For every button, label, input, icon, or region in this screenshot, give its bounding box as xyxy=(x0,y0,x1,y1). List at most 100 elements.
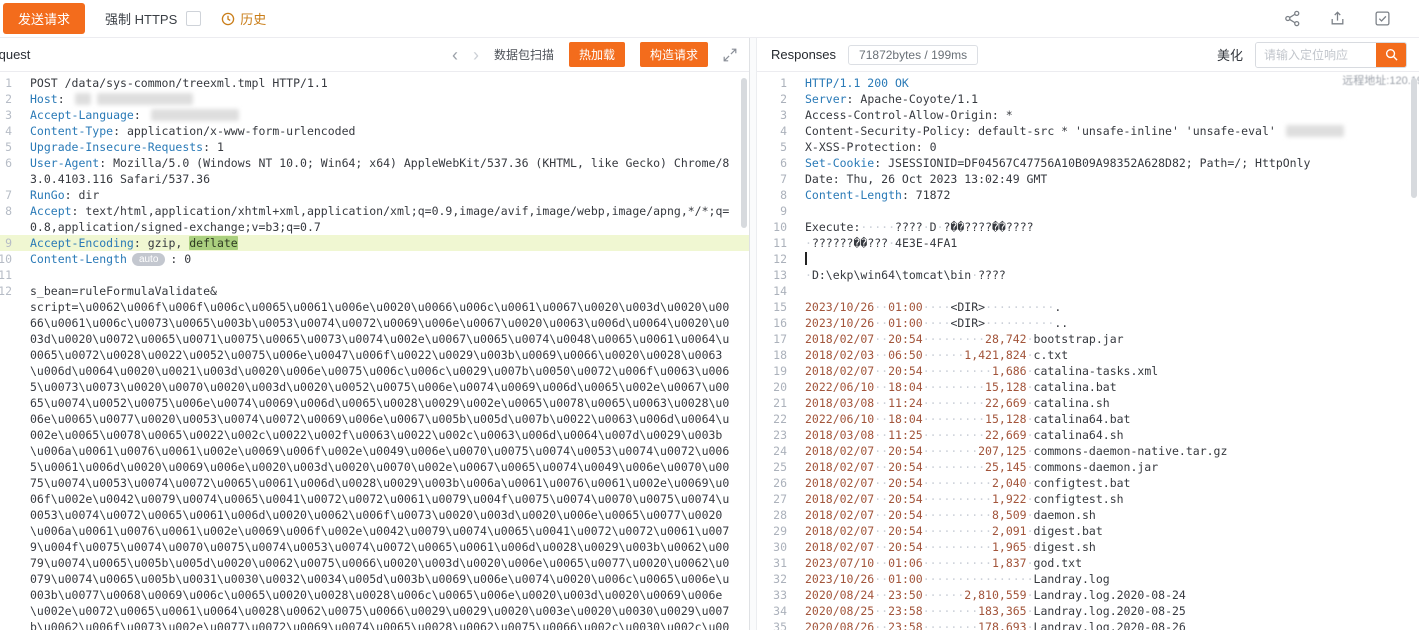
panel-resize-divider[interactable] xyxy=(750,38,757,630)
line-content: Content-Length: 71872 xyxy=(787,187,950,203)
line-content: Content-Security-Policy: default-src * '… xyxy=(787,123,1347,139)
code-line[interactable]: 3Accept-Language: xyxy=(0,107,749,123)
code-line[interactable]: 7Date: Thu, 26 Oct 2023 13:02:49 GMT xyxy=(757,171,1419,187)
build-request-button[interactable]: 构造请求 xyxy=(640,42,708,67)
line-content: 2018/02/07··20:54········207,125·commons… xyxy=(787,443,1227,459)
code-line[interactable]: 202022/06/10··18:04·········15,128·catal… xyxy=(757,379,1419,395)
remote-address-label: 远程地址:120.19 xyxy=(1342,73,1419,89)
code-line[interactable]: 322023/10/26··01:00················Landr… xyxy=(757,571,1419,587)
line-content: 2018/02/07··20:54··········8,509·daemon.… xyxy=(787,507,1096,523)
code-line[interactable]: 11 xyxy=(0,267,749,283)
code-line[interactable]: 10Content-Lengthauto: 0 xyxy=(0,251,749,267)
tab-responses[interactable]: Responses xyxy=(771,47,836,62)
line-number: 12 xyxy=(0,283,12,299)
share-icon[interactable] xyxy=(1284,10,1301,27)
line-number: 29 xyxy=(757,523,787,539)
code-line[interactable]: 2Server: Apache-Coyote/1.1 xyxy=(757,91,1419,107)
line-content: Server: Apache-Coyote/1.1 xyxy=(787,91,978,107)
code-line[interactable]: 4Content-Security-Policy: default-src * … xyxy=(757,123,1419,139)
code-line[interactable]: 9Accept-Encoding: gzip, deflate xyxy=(0,235,749,251)
code-line[interactable]: 312023/07/10··01:06··········1,837·god.t… xyxy=(757,555,1419,571)
code-line[interactable]: 162023/10/26··01:00····<DIR>··········.. xyxy=(757,315,1419,331)
code-line[interactable]: 352020/08/26··23:58········178,693·Landr… xyxy=(757,619,1419,630)
code-line[interactable]: 8Content-Length: 71872 xyxy=(757,187,1419,203)
force-https-control: 强制 HTTPS xyxy=(105,9,201,28)
code-line[interactable]: 172018/02/07··20:54·········28,742·boots… xyxy=(757,331,1419,347)
code-line[interactable]: 3Access-Control-Allow-Origin: * xyxy=(757,107,1419,123)
code-line[interactable]: 342020/08/25··23:58········183,365·Landr… xyxy=(757,603,1419,619)
line-content: ·D:\ekp\win64\tomcat\bin·???? xyxy=(787,267,1006,283)
response-viewer[interactable]: 远程地址:120.19 1HTTP/1.1 200 OK2Server: Apa… xyxy=(757,72,1419,630)
request-editor[interactable]: 1POST /data/sys-common/treexml.tmpl HTTP… xyxy=(0,72,749,630)
code-line[interactable]: 282018/02/07··20:54··········8,509·daemo… xyxy=(757,507,1419,523)
code-line[interactable]: 7RunGo: dir xyxy=(0,187,749,203)
request-scrollbar-thumb[interactable] xyxy=(741,78,747,228)
line-number: 3 xyxy=(0,107,12,123)
packet-scan-button[interactable]: 数据包扫描 xyxy=(494,46,554,63)
line-content: 2018/03/08··11:24·········22,669·catalin… xyxy=(787,395,1110,411)
redacted-text xyxy=(1286,125,1344,137)
line-number: 34 xyxy=(757,603,787,619)
code-line[interactable]: 1HTTP/1.1 200 OK xyxy=(757,75,1419,91)
line-content: 2018/02/07··20:54··········1,965·digest.… xyxy=(787,539,1096,555)
code-line[interactable]: 332020/08/24··23:50······2,810,559·Landr… xyxy=(757,587,1419,603)
code-line[interactable]: 5Upgrade-Insecure-Requests: 1 xyxy=(0,139,749,155)
code-line[interactable]: 292018/02/07··20:54··········2,091·diges… xyxy=(757,523,1419,539)
code-line[interactable]: 252018/02/07··20:54·········25,145·commo… xyxy=(757,459,1419,475)
send-request-button[interactable]: 发送请求 xyxy=(3,3,85,34)
report-check-icon[interactable] xyxy=(1374,10,1391,27)
line-number: 4 xyxy=(757,123,787,139)
hot-reload-button[interactable]: 热加载 xyxy=(569,42,625,67)
line-number: 32 xyxy=(757,571,787,587)
code-line[interactable]: 242018/02/07··20:54········207,125·commo… xyxy=(757,443,1419,459)
code-line[interactable]: 9 xyxy=(757,203,1419,219)
response-stats-badge: 71872bytes / 199ms xyxy=(848,45,978,65)
line-content: Upgrade-Insecure-Requests: 1 xyxy=(12,139,749,155)
code-line[interactable]: 6Set-Cookie: JSESSIONID=DF04567C47756A10… xyxy=(757,155,1419,171)
line-content: ·??????��???·4E3E-4FA1 xyxy=(787,235,957,251)
code-line[interactable]: 12s_bean=ruleFormulaValidate&script=\u00… xyxy=(0,283,749,630)
chevron-right-icon[interactable]: › xyxy=(473,46,479,64)
search-button[interactable] xyxy=(1376,43,1406,67)
line-content: Accept-Encoding: gzip, deflate xyxy=(12,235,749,251)
export-icon[interactable] xyxy=(1329,10,1346,27)
code-line[interactable]: 4Content-Type: application/x-www-form-ur… xyxy=(0,123,749,139)
force-https-checkbox[interactable] xyxy=(186,11,201,26)
line-content: Set-Cookie: JSESSIONID=DF04567C47756A10B… xyxy=(787,155,1310,171)
beautify-button[interactable]: 美化 xyxy=(1217,45,1243,64)
line-number: 11 xyxy=(0,267,12,283)
search-icon xyxy=(1385,48,1398,61)
line-content: 2022/06/10··18:04·········15,128·catalin… xyxy=(787,379,1117,395)
code-line[interactable]: 13·D:\ekp\win64\tomcat\bin·???? xyxy=(757,267,1419,283)
code-line[interactable]: 1POST /data/sys-common/treexml.tmpl HTTP… xyxy=(0,75,749,91)
top-toolbar: 发送请求 强制 HTTPS 历史 xyxy=(0,0,1419,38)
code-line[interactable]: 262018/02/07··20:54··········2,040·confi… xyxy=(757,475,1419,491)
line-content: Accept: text/html,application/xhtml+xml,… xyxy=(12,203,749,235)
code-line[interactable]: 222022/06/10··18:04·········15,128·catal… xyxy=(757,411,1419,427)
line-number: 33 xyxy=(757,587,787,603)
code-line[interactable]: 182018/02/03··06:50······1,421,824·c.txt xyxy=(757,347,1419,363)
code-line[interactable]: 8Accept: text/html,application/xhtml+xml… xyxy=(0,203,749,235)
line-number: 27 xyxy=(757,491,787,507)
line-number: 5 xyxy=(757,139,787,155)
code-line[interactable]: 10Execute:·····????·D·?��????��???? xyxy=(757,219,1419,235)
chevron-left-icon[interactable]: ‹ xyxy=(452,46,458,64)
history-button[interactable]: 历史 xyxy=(221,9,266,28)
code-line[interactable]: 5X-XSS-Protection: 0 xyxy=(757,139,1419,155)
expand-panel-button[interactable] xyxy=(723,48,737,62)
code-line[interactable]: 6User-Agent: Mozilla/5.0 (Windows NT 10.… xyxy=(0,155,749,187)
code-line[interactable]: 302018/02/07··20:54··········1,965·diges… xyxy=(757,539,1419,555)
line-content: 2018/02/03··06:50······1,421,824·c.txt xyxy=(787,347,1068,363)
code-line[interactable]: 212018/03/08··11:24·········22,669·catal… xyxy=(757,395,1419,411)
code-line[interactable]: 152023/10/26··01:00····<DIR>··········. xyxy=(757,299,1419,315)
response-search-input[interactable] xyxy=(1256,43,1376,67)
code-line[interactable]: 2Host: xyxy=(0,91,749,107)
line-number: 9 xyxy=(757,203,787,219)
code-line[interactable]: 12 xyxy=(757,251,1419,267)
code-line[interactable]: 232018/03/08··11:25·········22,669·catal… xyxy=(757,427,1419,443)
code-line[interactable]: 272018/02/07··20:54··········1,922·confi… xyxy=(757,491,1419,507)
code-line[interactable]: 11·??????��???·4E3E-4FA1 xyxy=(757,235,1419,251)
code-line[interactable]: 14 xyxy=(757,283,1419,299)
response-scrollbar-thumb[interactable] xyxy=(1411,78,1417,198)
code-line[interactable]: 192018/02/07··20:54··········1,686·catal… xyxy=(757,363,1419,379)
